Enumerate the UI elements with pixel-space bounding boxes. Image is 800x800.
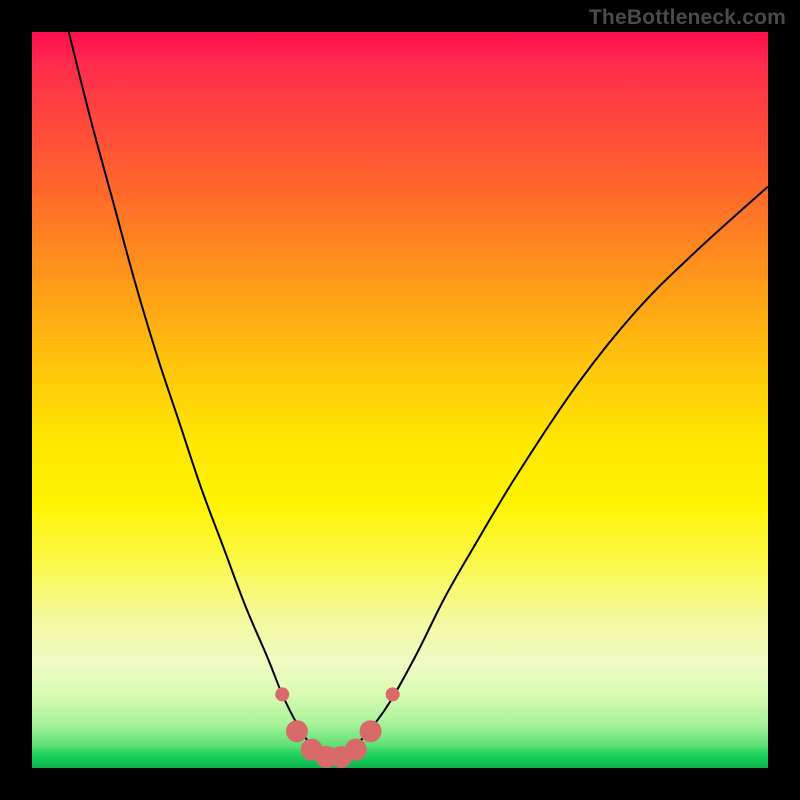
chart-plot-area bbox=[32, 32, 768, 768]
trough-markers bbox=[275, 687, 399, 768]
trough-marker bbox=[345, 739, 367, 761]
trough-marker bbox=[275, 687, 289, 701]
trough-marker bbox=[360, 720, 382, 742]
watermark-text: TheBottleneck.com bbox=[589, 6, 786, 30]
bottleneck-curve bbox=[69, 32, 768, 758]
chart-frame: TheBottleneck.com bbox=[0, 0, 800, 800]
trough-marker bbox=[386, 687, 400, 701]
chart-svg bbox=[32, 32, 768, 768]
trough-marker bbox=[286, 720, 308, 742]
